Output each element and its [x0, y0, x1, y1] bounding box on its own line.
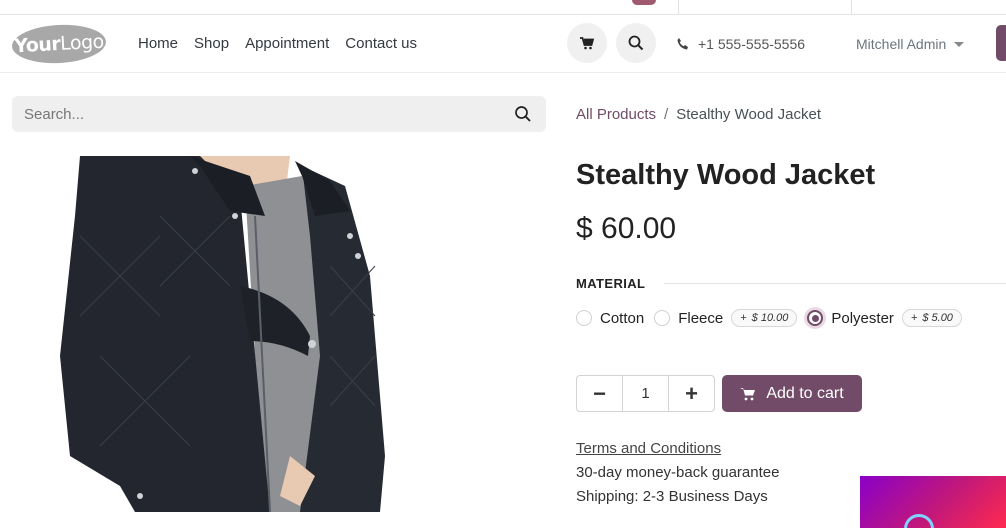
add-to-cart-label: Add to cart — [766, 384, 844, 402]
search-icon[interactable] — [514, 105, 532, 123]
option-cotton[interactable]: Cotton — [576, 310, 644, 327]
increase-quantity-button[interactable]: + — [669, 376, 714, 411]
divider — [664, 283, 1006, 284]
radio-button-selected[interactable] — [807, 310, 824, 326]
top-bar — [0, 0, 1006, 15]
breadcrumb: All Products / Stealthy Wood Jacket — [576, 106, 821, 123]
chevron-down-icon — [954, 41, 965, 47]
nav-contact-us[interactable]: Contact us — [345, 35, 417, 52]
language-flag-icon[interactable] — [632, 0, 656, 5]
phone-icon — [677, 38, 688, 50]
search-input[interactable] — [12, 96, 492, 132]
main-nav: Home Shop Appointment Contact us — [138, 35, 417, 52]
attribute-label: MATERIAL — [576, 276, 646, 291]
option-label: Polyester — [831, 309, 894, 327]
divider — [851, 0, 852, 14]
user-menu[interactable]: Mitchell Admin — [856, 36, 965, 52]
quantity-stepper: − 1 + — [576, 375, 715, 412]
nav-shop[interactable]: Shop — [194, 35, 229, 52]
phone-link[interactable]: +1 555-555-5556 — [676, 36, 805, 52]
contact-button[interactable] — [996, 25, 1006, 61]
terms-link[interactable]: Terms and Conditions — [576, 440, 721, 457]
header-search-button[interactable] — [616, 23, 656, 63]
option-label: Cotton — [600, 309, 645, 327]
radio-button[interactable] — [576, 310, 592, 326]
user-name: Mitchell Admin — [856, 36, 947, 52]
radio-button[interactable] — [654, 310, 671, 326]
breadcrumb-all-products[interactable]: All Products — [576, 106, 656, 123]
site-header: YourLogo Home Shop Appointment Contact u… — [0, 15, 1006, 73]
cart-icon — [740, 387, 756, 400]
site-logo[interactable]: YourLogo — [11, 22, 107, 66]
breadcrumb-current: Stealthy Wood Jacket — [676, 106, 822, 123]
option-fleece[interactable]: Fleece + $ 10.00 — [654, 309, 798, 327]
nav-home[interactable]: Home — [138, 35, 178, 52]
divider — [678, 0, 679, 14]
guarantee-text: 30-day money-back guarantee — [576, 464, 780, 481]
add-to-cart-button[interactable]: Add to cart — [722, 375, 862, 412]
cart-icon — [580, 36, 594, 49]
decrease-quantity-button[interactable]: − — [577, 376, 622, 411]
promo-graphic — [904, 514, 934, 528]
product-search — [12, 96, 546, 132]
breadcrumb-separator: / — [664, 106, 669, 123]
phone-number: +1 555-555-5556 — [698, 36, 806, 52]
material-options: Cotton Fleece + $ 10.00 Polyester + $ 5.… — [576, 309, 972, 327]
search-icon — [628, 35, 644, 51]
product-title: Stealthy Wood Jacket — [576, 159, 876, 191]
promo-banner[interactable] — [860, 476, 1006, 528]
quantity-input[interactable]: 1 — [622, 376, 669, 411]
price-extra-badge: + $ 10.00 — [731, 309, 798, 327]
cart-button[interactable] — [567, 23, 607, 63]
shipping-text: Shipping: 2-3 Business Days — [576, 488, 768, 505]
nav-appointment[interactable]: Appointment — [245, 35, 329, 52]
product-price: $ 60.00 — [576, 212, 677, 245]
product-image — [60, 156, 385, 512]
option-label: Fleece — [678, 309, 724, 327]
option-polyester[interactable]: Polyester + $ 5.00 — [807, 309, 962, 327]
price-extra-badge: + $ 5.00 — [901, 309, 962, 327]
